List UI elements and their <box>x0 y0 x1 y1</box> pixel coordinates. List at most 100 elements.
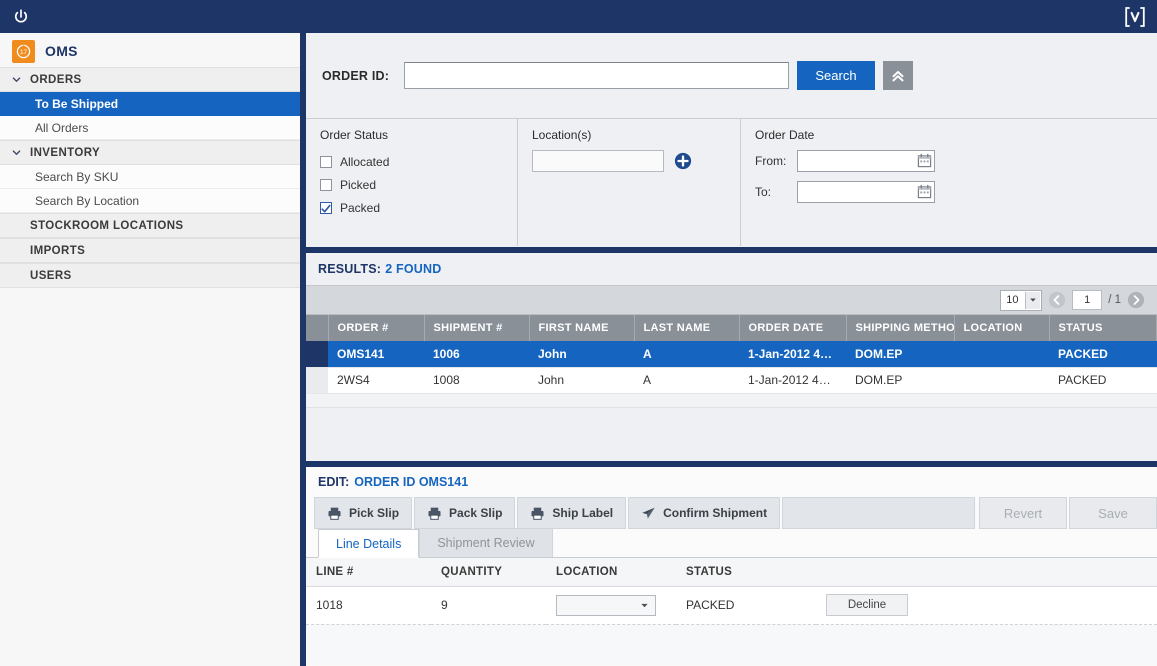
button-label: Pack Slip <box>449 506 503 520</box>
column-header-shipping-method[interactable]: SHIPPING METHO <box>846 315 955 341</box>
order-id-input[interactable] <box>404 62 789 89</box>
printer-icon <box>328 507 341 520</box>
printer-icon <box>531 507 544 520</box>
ship-label-button[interactable]: Ship Label <box>517 497 627 529</box>
column-header-status[interactable]: STATUS <box>1049 315 1157 341</box>
sidebar-item-all-orders[interactable]: All Orders <box>0 116 300 140</box>
revert-button[interactable]: Revert <box>979 497 1067 529</box>
date-from-input[interactable] <box>797 150 935 172</box>
grid-collapse-handle[interactable] <box>306 315 329 341</box>
checkbox-picked[interactable]: Picked <box>320 173 517 196</box>
cell-location <box>954 367 1049 394</box>
cell-status: PACKED <box>676 586 816 625</box>
table-header-row: ORDER # SHIPMENT # FIRST NAME LAST NAME … <box>306 315 1157 341</box>
button-label: Pick Slip <box>349 506 400 520</box>
sidebar-item-label: USERS <box>30 269 72 282</box>
cell-shipment: 1006 <box>424 341 529 368</box>
confirm-shipment-button[interactable]: Confirm Shipment <box>628 497 781 529</box>
chevron-down-icon <box>12 77 21 82</box>
tab-line-details[interactable]: Line Details <box>318 529 420 558</box>
checkbox-allocated[interactable]: Allocated <box>320 150 517 173</box>
save-button[interactable]: Save <box>1069 497 1157 529</box>
cell-location <box>954 341 1049 368</box>
cell-shipping-method: DOM.EP <box>846 341 954 368</box>
column-header-first-name[interactable]: FIRST NAME <box>529 315 635 341</box>
cell-status: PACKED <box>1049 367 1157 394</box>
table-row[interactable]: 2WS4 1008 John A 1-Jan-2012 4… DOM.EP PA… <box>306 367 1157 394</box>
sidebar-group-label: ORDERS <box>30 73 82 86</box>
top-bar <box>0 0 1157 33</box>
filters-row: Order Status Allocated Picked Packed Loc… <box>306 118 1157 246</box>
calendar-icon[interactable] <box>917 184 932 199</box>
previous-page-button[interactable] <box>1048 291 1066 309</box>
cell-shipping-method: DOM.EP <box>846 367 954 394</box>
pack-slip-button[interactable]: Pack Slip <box>414 497 516 529</box>
button-label: Confirm Shipment <box>663 506 768 520</box>
sidebar-item-stockroom-locations[interactable]: STOCKROOM LOCATIONS <box>0 213 300 238</box>
line-details-empty-area <box>306 624 1157 665</box>
search-panel: ORDER ID: Search Order Status Allocated … <box>303 33 1157 250</box>
checkbox-label: Allocated <box>340 154 390 169</box>
column-header-last-name[interactable]: LAST NAME <box>634 315 740 341</box>
sidebar-item-imports[interactable]: IMPORTS <box>0 238 300 263</box>
date-to-wrapper <box>797 181 935 203</box>
tab-shipment-review[interactable]: Shipment Review <box>419 528 553 557</box>
pick-slip-button[interactable]: Pick Slip <box>314 497 413 529</box>
column-header-order[interactable]: ORDER # <box>328 315 425 341</box>
order-id-label: ORDER ID: <box>322 68 390 83</box>
column-header-actions <box>816 558 1157 587</box>
sidebar-app-name: OMS <box>45 43 78 59</box>
printer-icon <box>428 507 441 520</box>
line-details-table: LINE # QUANTITY LOCATION STATUS 1018 9 P… <box>306 558 1157 625</box>
power-icon[interactable] <box>12 8 30 26</box>
cell-shipment: 1008 <box>424 367 529 394</box>
sidebar-item-label: STOCKROOM LOCATIONS <box>30 219 184 232</box>
checkbox-box <box>320 178 332 191</box>
svg-text:17: 17 <box>20 49 28 56</box>
location-select[interactable] <box>556 594 656 616</box>
sidebar-item-users[interactable]: USERS <box>0 263 300 288</box>
decline-button[interactable]: Decline <box>826 594 908 616</box>
collapse-filters-button[interactable] <box>883 61 913 90</box>
locations-input[interactable] <box>532 150 664 172</box>
cell-order-date: 1-Jan-2012 4… <box>739 367 846 394</box>
sidebar-item-to-be-shipped[interactable]: To Be Shipped <box>0 92 300 116</box>
cell-line: 1018 <box>306 586 431 625</box>
cell-status: PACKED <box>1049 341 1157 368</box>
cell-last-name: A <box>634 341 739 368</box>
line-header-row: LINE # QUANTITY LOCATION STATUS <box>306 558 1157 587</box>
bracket-v-logo-icon <box>1125 6 1145 27</box>
pagination-bar: 10 / 1 <box>306 285 1157 315</box>
sidebar-item-label: All Orders <box>35 120 89 135</box>
cell-first-name: John <box>529 341 634 368</box>
calendar-icon[interactable] <box>917 153 932 168</box>
chevron-down-icon <box>1025 291 1041 309</box>
checkbox-packed[interactable]: Packed <box>320 196 517 219</box>
column-header-location: LOCATION <box>546 558 676 587</box>
column-header-shipment[interactable]: SHIPMENT # <box>424 315 530 341</box>
sidebar-item-search-by-sku[interactable]: Search By SKU <box>0 165 300 189</box>
checkbox-box-checked <box>320 201 332 214</box>
sidebar-group-inventory[interactable]: INVENTORY <box>0 140 300 165</box>
results-panel: RESULTS: 2 FOUND 10 / 1 <box>303 250 1157 464</box>
results-label: RESULTS: <box>318 262 382 276</box>
page-total-label: / 1 <box>1108 294 1121 306</box>
checkbox-box <box>320 155 332 168</box>
page-size-select[interactable]: 10 <box>1000 289 1043 311</box>
column-header-order-date[interactable]: ORDER DATE <box>739 315 847 341</box>
search-button[interactable]: Search <box>797 61 875 90</box>
next-page-button[interactable] <box>1127 291 1145 309</box>
date-to-input[interactable] <box>797 181 935 203</box>
column-header-location[interactable]: LOCATION <box>954 315 1050 341</box>
table-row[interactable]: OMS141 1006 John A 1-Jan-2012 4… DOM.EP … <box>306 341 1157 368</box>
page-number-input[interactable] <box>1072 290 1103 310</box>
grid-empty-area <box>306 393 1157 408</box>
date-to-row: To: <box>755 181 1157 203</box>
check-icon <box>321 204 331 212</box>
sidebar-item-label: To Be Shipped <box>35 96 119 111</box>
plus-circle-icon[interactable] <box>674 152 692 170</box>
oms-application: 17 OMS ORDERS To Be Shipped All Orders I… <box>0 0 1157 666</box>
edit-panel: EDIT: ORDER ID OMS141 Pick Slip Pack Sli… <box>303 464 1157 666</box>
sidebar-group-orders[interactable]: ORDERS <box>0 67 300 92</box>
sidebar-item-search-by-location[interactable]: Search By Location <box>0 189 300 213</box>
